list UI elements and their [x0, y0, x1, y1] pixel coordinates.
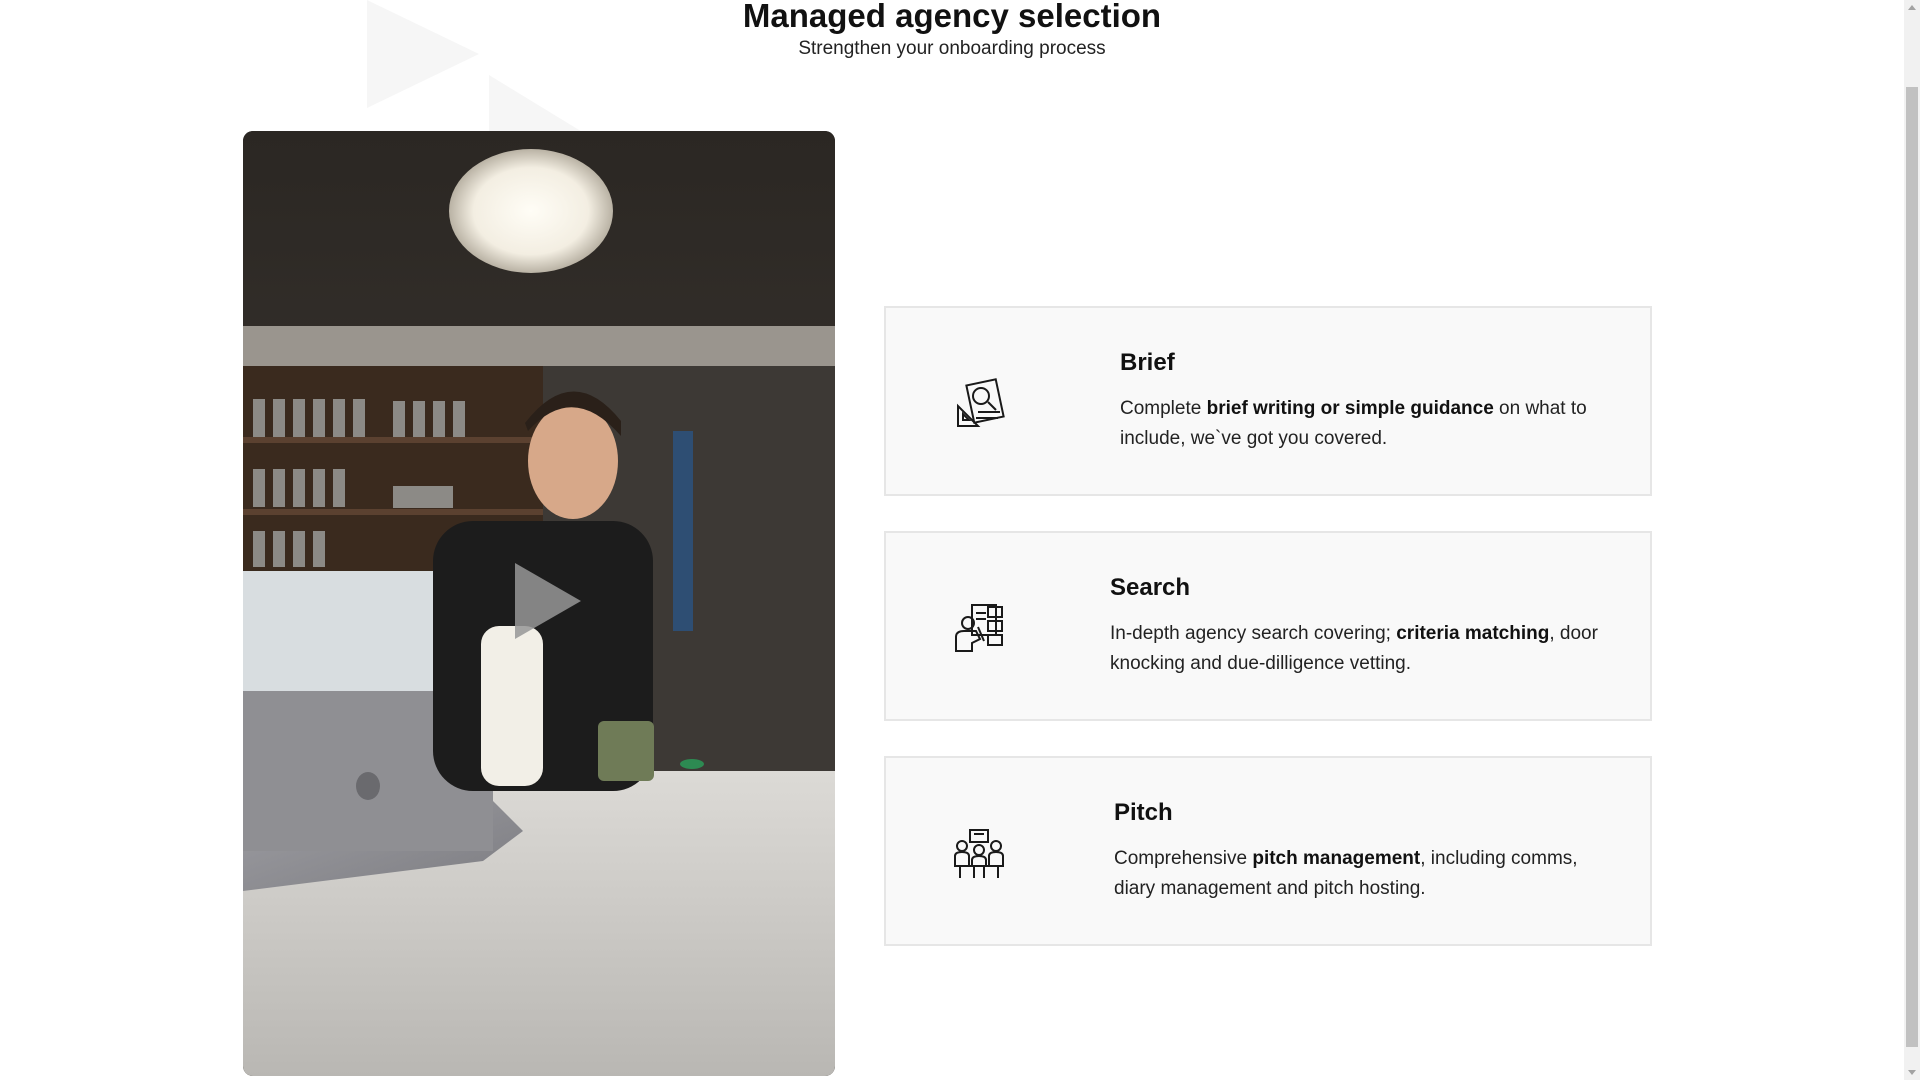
card-description-highlight: pitch management — [1252, 848, 1421, 869]
scroll-down-arrow-icon[interactable] — [1908, 1070, 1916, 1075]
card-description: In-depth agency search covering; criteri… — [1110, 623, 1598, 674]
feature-card-brief: Brief Complete brief writing or simple g… — [884, 306, 1652, 496]
brief-icon — [957, 378, 1005, 427]
pitch-icon — [954, 829, 1004, 878]
vertical-scrollbar[interactable] — [1904, 0, 1920, 1080]
card-description: Complete brief writing or simple guidanc… — [1120, 398, 1587, 449]
card-title: Brief — [1120, 349, 1175, 376]
card-description-highlight: criteria matching — [1396, 623, 1550, 644]
video-player[interactable] — [243, 131, 835, 1076]
card-text: Pitch Comprehensive pitch management, in… — [1114, 798, 1620, 904]
card-text: Search In-depth agency search covering; … — [1110, 573, 1620, 679]
page: Managed agency selection Strengthen your… — [0, 0, 1904, 1080]
scroll-up-arrow-icon[interactable] — [1908, 5, 1916, 10]
card-text: Brief Complete brief writing or simple g… — [1120, 348, 1620, 454]
scrollbar-thumb[interactable] — [1906, 87, 1918, 1047]
page-title: Managed agency selection — [742, 0, 1162, 34]
card-description: Comprehensive pitch management, includin… — [1114, 848, 1578, 899]
card-title: Search — [1110, 574, 1191, 601]
card-description-highlight: brief writing or simple guidance — [1206, 398, 1494, 419]
card-title: Pitch — [1114, 799, 1173, 826]
search-icon — [955, 604, 1003, 652]
play-icon[interactable] — [515, 563, 581, 639]
feature-card-search: Search In-depth agency search covering; … — [884, 531, 1652, 721]
page-subtitle: Strengthen your onboarding process — [798, 38, 1106, 59]
feature-card-pitch: Pitch Comprehensive pitch management, in… — [884, 756, 1652, 946]
